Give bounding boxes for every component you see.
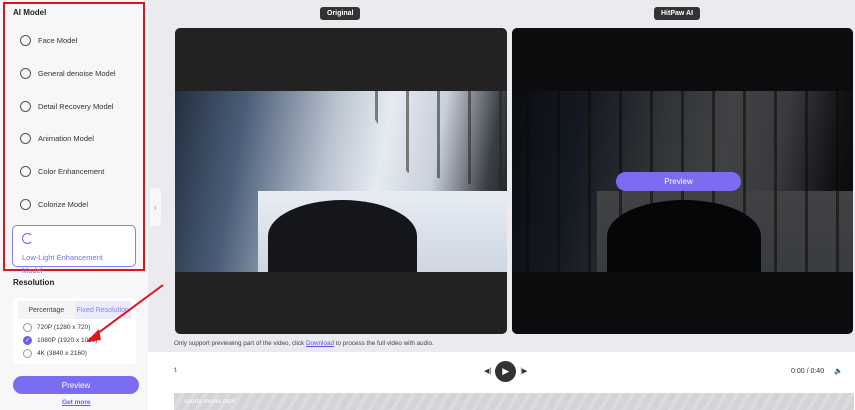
radio[interactable] <box>23 323 32 332</box>
model-label: Animation Model <box>38 134 94 143</box>
model-label: Detail Recovery Model <box>38 102 114 111</box>
tab-percentage[interactable]: Percentage <box>18 301 75 319</box>
model-low-light[interactable]: Low-Light Enhancement Model <box>12 225 136 275</box>
preview-note: Only support previewing part of the vide… <box>174 340 434 347</box>
playback-controls: ◀| ▶ |▶ <box>484 360 527 382</box>
moon-icon <box>22 233 33 244</box>
preview-area: Original HitPaw AI Preview <box>148 0 855 352</box>
model-face[interactable]: Face Model <box>20 35 77 46</box>
bear-icon <box>20 133 31 144</box>
next-frame-icon[interactable]: |▶ <box>520 367 527 375</box>
note-text: to process the full video with audio. <box>333 340 434 347</box>
ai-video-panel: Preview <box>512 28 853 334</box>
resolution-title: Resolution <box>13 278 55 287</box>
timeline[interactable]: sports movie.mp4 <box>172 393 854 410</box>
original-video-frame <box>175 91 507 272</box>
resolution-box: Percentage Fixed Resolution 720P (1280 x… <box>13 298 136 364</box>
model-label: Face Model <box>38 36 78 45</box>
option-label: 4K (3840 x 2160) <box>37 350 87 357</box>
radio-checked[interactable]: ✓ <box>23 336 32 345</box>
tab-fixed-resolution[interactable]: Fixed Resolution <box>74 301 131 319</box>
play-button[interactable]: ▶ <box>495 360 517 382</box>
model-animation[interactable]: Animation Model <box>20 133 94 144</box>
model-label: Colorize Model <box>38 200 89 209</box>
option-label: 720P (1280 x 720) <box>37 324 91 331</box>
download-link[interactable]: Download <box>306 340 334 347</box>
option-label: 1080P (1920 x 1080) <box>37 337 98 344</box>
radio[interactable] <box>23 349 32 358</box>
sidebar: AI Model Face Model General denoise Mode… <box>0 0 148 410</box>
model-color-enhancement[interactable]: Color Enhancement <box>20 166 104 177</box>
compare-icon[interactable]: ⥍ <box>174 360 177 382</box>
ai-model-title: AI Model <box>13 8 47 17</box>
volume-icon[interactable]: 🔈 <box>834 360 843 382</box>
preview-button[interactable]: Preview <box>13 376 139 394</box>
palette-icon <box>20 199 31 210</box>
ai-preview-button[interactable]: Preview <box>616 172 741 191</box>
get-more-link[interactable]: Get more <box>62 399 91 406</box>
collapse-sidebar-button[interactable]: ‹ <box>150 188 161 226</box>
option-720p[interactable]: 720P (1280 x 720) <box>23 323 136 332</box>
timeline-filename: sports movie.mp4 <box>184 398 236 405</box>
note-text: Only support previewing part of the vide… <box>174 340 306 347</box>
model-label: General denoise Model <box>38 69 116 78</box>
time-readout: 0:00 / 0:40 <box>791 367 825 375</box>
model-label: Low-Light Enhancement Model <box>22 253 103 275</box>
detail-icon <box>20 101 31 112</box>
model-label: Color Enhancement <box>38 167 105 176</box>
model-colorize[interactable]: Colorize Model <box>20 199 88 210</box>
original-video-panel <box>175 28 507 334</box>
prev-frame-icon[interactable]: ◀| <box>484 367 491 375</box>
original-label: Original <box>320 7 361 20</box>
denoise-icon <box>20 68 31 79</box>
option-1080p[interactable]: ✓ 1080P (1920 x 1080) <box>23 336 136 345</box>
option-4k[interactable]: 4K (3840 x 2160) <box>23 349 136 358</box>
hitpaw-ai-label: HitPaw AI <box>654 7 701 20</box>
face-icon <box>20 35 31 46</box>
sun-icon <box>20 166 31 177</box>
model-general-denoise[interactable]: General denoise Model <box>20 68 116 79</box>
model-detail-recovery[interactable]: Detail Recovery Model <box>20 101 113 112</box>
